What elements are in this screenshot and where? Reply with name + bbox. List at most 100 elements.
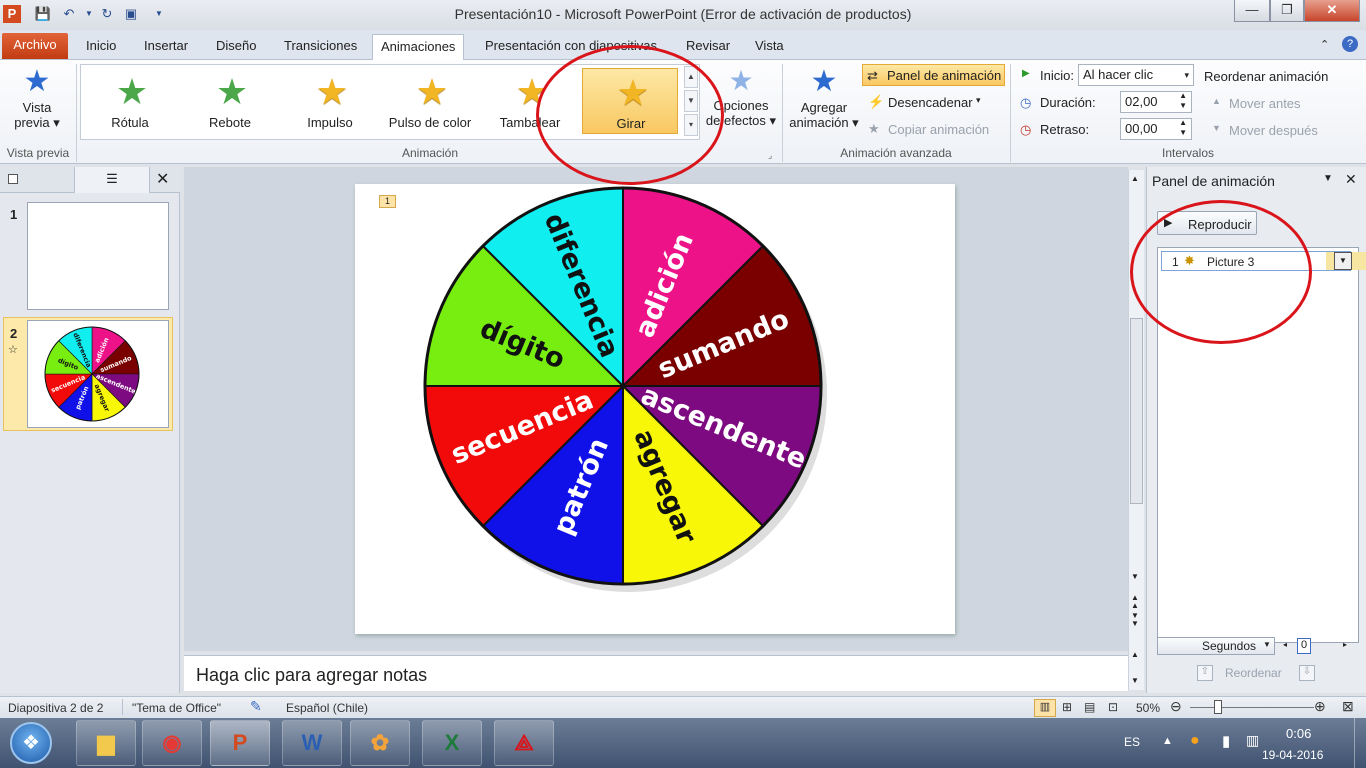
animation-item-dropdown-icon[interactable]: ▼ — [1334, 252, 1352, 270]
group-label-preview: Vista previa — [6, 146, 70, 160]
delay-spinner[interactable]: 00,00 ▲ ▼ — [1120, 118, 1192, 140]
language-indicator[interactable]: ES — [1124, 735, 1140, 749]
rebote-label: Rebote — [209, 115, 251, 130]
animation-pulso-de-color[interactable]: ★ Pulso de color — [384, 68, 476, 134]
status-language[interactable]: Español (Chile) — [286, 701, 368, 715]
move-later-button[interactable]: Mover después — [1229, 123, 1318, 138]
collapse-ribbon-icon[interactable]: ⌃ — [1320, 38, 1329, 51]
reading-view-icon[interactable]: ▤ — [1084, 700, 1095, 714]
animation-rebote[interactable]: ★ Rebote — [184, 68, 276, 134]
delay-spin-icon[interactable]: ▲ ▼ — [1179, 118, 1187, 138]
add-animation-label: Agregar — [800, 100, 848, 115]
tab-vista[interactable]: Vista — [747, 34, 792, 60]
zoom-in-icon[interactable]: ⊕ — [1314, 698, 1326, 715]
powerpoint-taskbar-icon[interactable]: P — [210, 720, 270, 766]
zoom-level[interactable]: 50% — [1136, 701, 1160, 715]
notes-scroll-up-icon[interactable]: ▲ — [1131, 650, 1139, 659]
spinning-word-wheel[interactable]: adiciónsumandoascendenteagregarpatrónsec… — [355, 184, 955, 634]
add-animation-button[interactable]: ★ Agregar animación ▾ — [788, 64, 860, 144]
outline-tab-icon[interactable]: ☰ — [74, 167, 150, 193]
window-title: Presentación10 - Microsoft PowerPoint (E… — [454, 6, 912, 22]
start-button-icon[interactable]: ❖ — [10, 722, 52, 764]
slide[interactable]: 1 adición sumando ascendente agregar patrón s… — [355, 184, 955, 634]
taskbar: ❖ ▆ ◉ P W ✿ X ⟁ ES ▲ ● ▮ ▥ 0:06 19-04-20… — [0, 718, 1366, 768]
help-icon[interactable]: ? — [1342, 36, 1358, 52]
excel-icon[interactable]: X — [422, 720, 482, 766]
trigger-button[interactable]: ⚡ Desencadenar ▾ — [862, 92, 992, 112]
previous-slide-icon[interactable]: ▲ ▲ — [1131, 594, 1139, 610]
reorder-down-icon[interactable]: ⇩ — [1299, 665, 1315, 681]
normal-view-icon[interactable]: ▥ — [1034, 699, 1056, 717]
status-theme[interactable]: "Tema de Office" — [132, 701, 221, 715]
move-earlier-button[interactable]: Mover antes — [1229, 96, 1301, 111]
animation-pane-label: Panel de animación — [887, 68, 1002, 83]
slides-tab-icon[interactable] — [8, 174, 18, 184]
clock-date[interactable]: 19-04-2016 — [1262, 748, 1323, 762]
animation-pane-button[interactable]: ⇄ Panel de animación — [862, 64, 1005, 86]
zoom-slider-thumb[interactable] — [1214, 700, 1222, 714]
clock-icon: ◷ — [1020, 95, 1032, 110]
animation-pane-title: Panel de animación — [1152, 173, 1275, 189]
seconds-label: Segundos — [1201, 639, 1256, 653]
tab-animaciones[interactable]: Animaciones — [372, 34, 465, 60]
preview-button[interactable]: ★ Vista previa ▾ — [4, 64, 70, 144]
fit-to-window-icon[interactable]: ⊠ — [1342, 698, 1354, 715]
battery-icon[interactable]: ▮ — [1222, 732, 1230, 750]
slide-sorter-icon[interactable]: ⊞ — [1062, 700, 1072, 714]
close-button[interactable]: ✕ — [1304, 0, 1360, 22]
trigger-dropdown-icon: ▾ — [976, 95, 981, 105]
copy-animation-button[interactable]: ★ Copiar animación — [862, 119, 1002, 139]
reorder-up-icon[interactable]: ⇧ — [1197, 665, 1213, 681]
slide-number-1: 1 — [10, 207, 18, 222]
network-icon[interactable]: ▥ — [1246, 732, 1259, 749]
animation-rotula[interactable]: ★ Rótula — [84, 68, 176, 134]
slides-panel-header: ☰ ✕ — [0, 167, 180, 193]
duration-spin-icon[interactable]: ▲ ▼ — [1179, 91, 1187, 111]
scroll-thumb[interactable] — [1130, 318, 1143, 504]
tab-revisar[interactable]: Revisar — [678, 34, 738, 60]
tray-expand-icon[interactable]: ▲ — [1162, 735, 1173, 747]
word-icon[interactable]: W — [282, 720, 342, 766]
next-slide-icon[interactable]: ▼ ▼ — [1131, 612, 1139, 628]
tab-archivo[interactable]: Archivo — [2, 33, 68, 59]
close-panel-icon[interactable]: ✕ — [156, 169, 169, 189]
explorer-icon[interactable]: ▆ — [76, 720, 136, 766]
avast-icon[interactable]: ● — [1190, 732, 1200, 750]
maximize-button[interactable]: ❐ — [1270, 0, 1304, 22]
duration-spinner[interactable]: 02,00 ▲ ▼ — [1120, 91, 1192, 113]
zoom-out-icon[interactable]: ⊖ — [1170, 698, 1182, 715]
clock-time[interactable]: 0:06 — [1286, 726, 1311, 741]
pane-options-icon[interactable]: ▼ — [1323, 173, 1333, 184]
tab-insertar[interactable]: Insertar — [136, 34, 196, 60]
start-select[interactable]: Al hacer clic ▾ — [1078, 64, 1194, 86]
tab-transiciones[interactable]: Transiciones — [276, 34, 365, 60]
star-preview-icon: ★ — [23, 65, 51, 98]
paint-icon[interactable]: ✿ — [350, 720, 410, 766]
slide-thumbnail-1[interactable] — [27, 202, 169, 310]
acrobat-icon[interactable]: ⟁ — [494, 720, 554, 766]
annotation-circle-pane-item — [1130, 200, 1312, 344]
show-desktop-button[interactable] — [1354, 718, 1366, 768]
zoom-out-timeline-icon[interactable]: ◂ — [1283, 640, 1287, 649]
pulso-label: Pulso de color — [388, 115, 472, 130]
minimize-button[interactable]: — — [1234, 0, 1270, 22]
dialog-launcher-icon[interactable]: ⌟ — [768, 150, 772, 161]
copy-animation-icon: ★ — [868, 121, 880, 136]
seconds-dropdown[interactable]: Segundos — [1157, 637, 1275, 655]
notes-pane[interactable]: Haga clic para agregar notas — [184, 655, 1128, 691]
notes-scroll-down-icon[interactable]: ▼ — [1131, 676, 1139, 685]
chrome-icon[interactable]: ◉ — [142, 720, 202, 766]
scroll-up-icon[interactable]: ▲ — [1131, 174, 1139, 183]
zoom-slider-track[interactable] — [1190, 707, 1314, 708]
zoom-in-timeline-icon[interactable]: ▸ — [1343, 640, 1347, 649]
thumbnail-wheel: adiciónsumandoascendenteagregarpatrónsec… — [44, 326, 140, 422]
slideshow-view-icon[interactable]: ⊡ — [1108, 700, 1118, 714]
timeline-zoom-value[interactable]: 0 — [1297, 638, 1311, 654]
tab-diseno[interactable]: Diseño — [208, 34, 264, 60]
slide-thumbnail-2[interactable]: adición sumando ascendente agregar patrón sec… — [27, 320, 169, 428]
pane-close-icon[interactable]: ✕ — [1345, 171, 1357, 188]
animation-impulso[interactable]: ★ Impulso — [284, 68, 376, 134]
spellcheck-icon[interactable]: ✎ — [250, 698, 262, 715]
scroll-down-icon[interactable]: ▼ — [1131, 572, 1139, 581]
tab-inicio[interactable]: Inicio — [78, 34, 124, 60]
